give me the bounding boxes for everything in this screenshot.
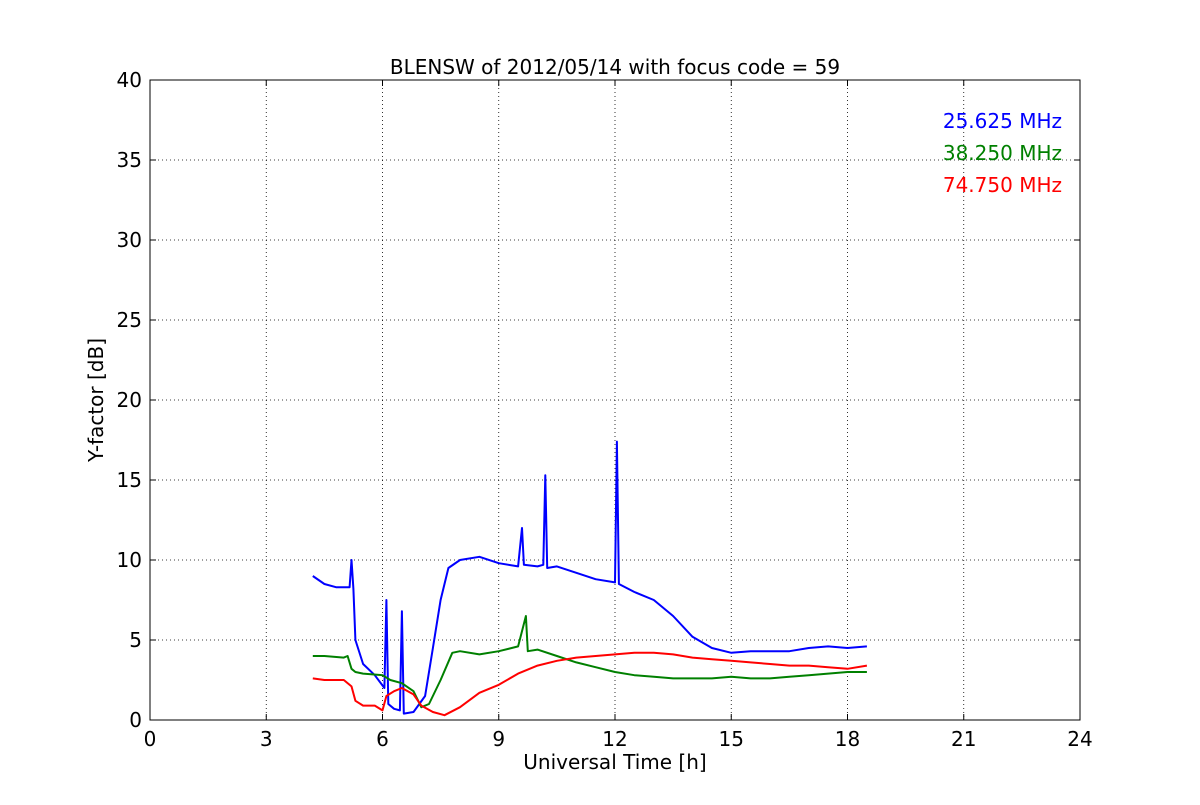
legend: 25.625 MHz 38.250 MHz 74.750 MHz [943,109,1062,197]
y-tick-label: 5 [129,628,142,652]
x-tick-label: 3 [260,727,273,751]
y-axis-label: Y-factor [dB] [84,338,108,463]
x-tick-label: 6 [376,727,389,751]
y-tick-label: 10 [117,548,142,572]
chart-container: 0 3 6 9 12 15 18 21 24 0 5 10 15 20 25 30 35 40 BLENSW of… [0,0,1200,800]
y-tick-label: 15 [117,468,142,492]
x-tick-label: 15 [719,727,744,751]
y-tick-label: 35 [117,148,142,172]
x-axis-label: Universal Time [h] [523,750,706,774]
x-tick-label: 18 [835,727,860,751]
x-tick-label: 21 [951,727,976,751]
x-tick-label: 9 [492,727,505,751]
x-tick-label: 0 [144,727,157,751]
legend-entry-3: 74.750 MHz [943,173,1062,197]
chart-title: BLENSW of 2012/05/14 with focus code = 5… [390,55,840,79]
y-tick-label: 20 [117,388,142,412]
series-line-3 [312,651,868,717]
series-line-1 [312,440,867,715]
ticks: 0 3 6 9 12 15 18 21 24 0 5 10 15 20 25 30 35 40 [117,68,1093,751]
grid [149,79,1081,721]
y-tick-label: 40 [117,68,142,92]
x-tick-label: 24 [1067,727,1092,751]
x-tick-label: 12 [602,727,627,751]
series-layer [312,440,868,717]
y-tick-label: 30 [117,228,142,252]
y-tick-label: 0 [129,708,142,732]
chart-svg: 0 3 6 9 12 15 18 21 24 0 5 10 15 20 25 30 35 40 BLENSW of… [84,55,1093,774]
legend-entry-2: 38.250 MHz [943,141,1062,165]
y-tick-label: 25 [117,308,142,332]
legend-entry-1: 25.625 MHz [943,109,1062,133]
series-line-2 [312,615,867,709]
